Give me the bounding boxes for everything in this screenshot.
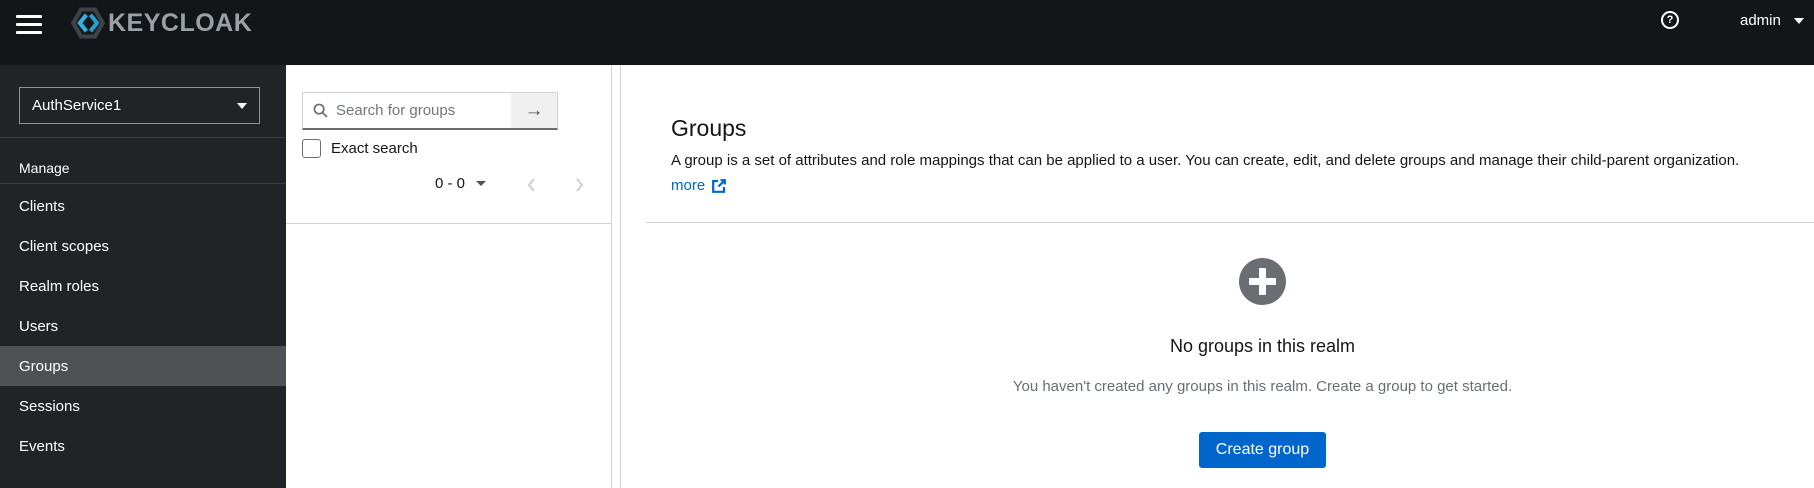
chevron-right-icon bbox=[576, 178, 584, 192]
sidebar-divider bbox=[0, 137, 286, 138]
plus-circle-icon bbox=[1239, 258, 1286, 305]
sidebar-item-client-scopes[interactable]: Client scopes bbox=[0, 226, 286, 266]
chevron-left-icon bbox=[527, 178, 535, 192]
username: admin bbox=[1740, 12, 1781, 29]
hamburger-menu-icon[interactable] bbox=[16, 15, 42, 34]
sidebar-item-events[interactable]: Events bbox=[0, 426, 286, 466]
sidebar-section-manage: Manage bbox=[19, 160, 70, 176]
empty-state: No groups in this realm You haven't crea… bbox=[666, 258, 1814, 468]
search-input[interactable]: Search for groups bbox=[303, 93, 511, 128]
empty-state-title: No groups in this realm bbox=[1169, 336, 1356, 356]
exact-search-checkbox[interactable] bbox=[302, 139, 321, 158]
sidebar-item-groups[interactable]: Groups bbox=[0, 346, 286, 386]
sidebar-item-sessions[interactable]: Sessions bbox=[0, 386, 286, 426]
masthead: KEYCLOAK ? admin bbox=[0, 0, 1814, 65]
more-link[interactable]: more bbox=[671, 177, 727, 194]
keycloak-logo[interactable]: KEYCLOAK bbox=[70, 6, 252, 40]
chevron-down-icon bbox=[476, 181, 487, 186]
external-link-icon bbox=[712, 178, 727, 193]
search-submit-button[interactable]: → bbox=[511, 93, 557, 128]
pagination-range: 0 - 0 bbox=[435, 175, 466, 192]
realm-name: AuthService1 bbox=[32, 97, 122, 114]
main-content: Groups A group is a set of attributes an… bbox=[620, 65, 1814, 488]
content-divider bbox=[646, 222, 1814, 223]
create-group-button[interactable]: Create group bbox=[1198, 432, 1327, 468]
exact-search-label[interactable]: Exact search bbox=[331, 140, 418, 157]
sidebar-item-users[interactable]: Users bbox=[0, 306, 286, 346]
exact-search-row: Exact search bbox=[302, 139, 418, 158]
chevron-down-icon bbox=[237, 102, 247, 109]
pagination-prev-button[interactable] bbox=[526, 177, 538, 193]
sidebar-nav: Clients Client scopes Realm roles Users … bbox=[0, 186, 286, 466]
sidebar: AuthService1 Manage Clients Client scope… bbox=[0, 65, 286, 488]
keycloak-hexagon-icon bbox=[70, 7, 106, 39]
page-description: A group is a set of attributes and role … bbox=[671, 152, 1740, 169]
pagination-next-button[interactable] bbox=[573, 177, 585, 193]
sidebar-item-realm-roles[interactable]: Realm roles bbox=[0, 266, 286, 306]
search-placeholder: Search for groups bbox=[336, 102, 456, 119]
arrow-right-icon: → bbox=[524, 100, 544, 121]
empty-state-body: You haven't created any groups in this r… bbox=[1012, 378, 1513, 395]
groups-search: Search for groups → bbox=[302, 92, 558, 130]
pagination-toggle[interactable]: 0 - 0 bbox=[435, 175, 487, 192]
user-menu[interactable]: admin bbox=[1740, 12, 1804, 29]
keycloak-admin-console: KEYCLOAK ? admin AuthService1 Manage Cli… bbox=[0, 0, 1814, 488]
page-title: Groups bbox=[671, 115, 747, 141]
sidebar-item-clients[interactable]: Clients bbox=[0, 186, 286, 226]
groups-tree-panel: Search for groups → Exact search 0 - 0 bbox=[286, 65, 612, 488]
brand-text: KEYCLOAK bbox=[108, 8, 253, 37]
search-icon bbox=[313, 103, 328, 118]
help-icon[interactable]: ? bbox=[1661, 11, 1679, 29]
panel-divider bbox=[286, 223, 612, 224]
chevron-down-icon bbox=[1793, 17, 1804, 24]
sidebar-divider bbox=[0, 183, 286, 184]
realm-selector[interactable]: AuthService1 bbox=[19, 87, 260, 124]
